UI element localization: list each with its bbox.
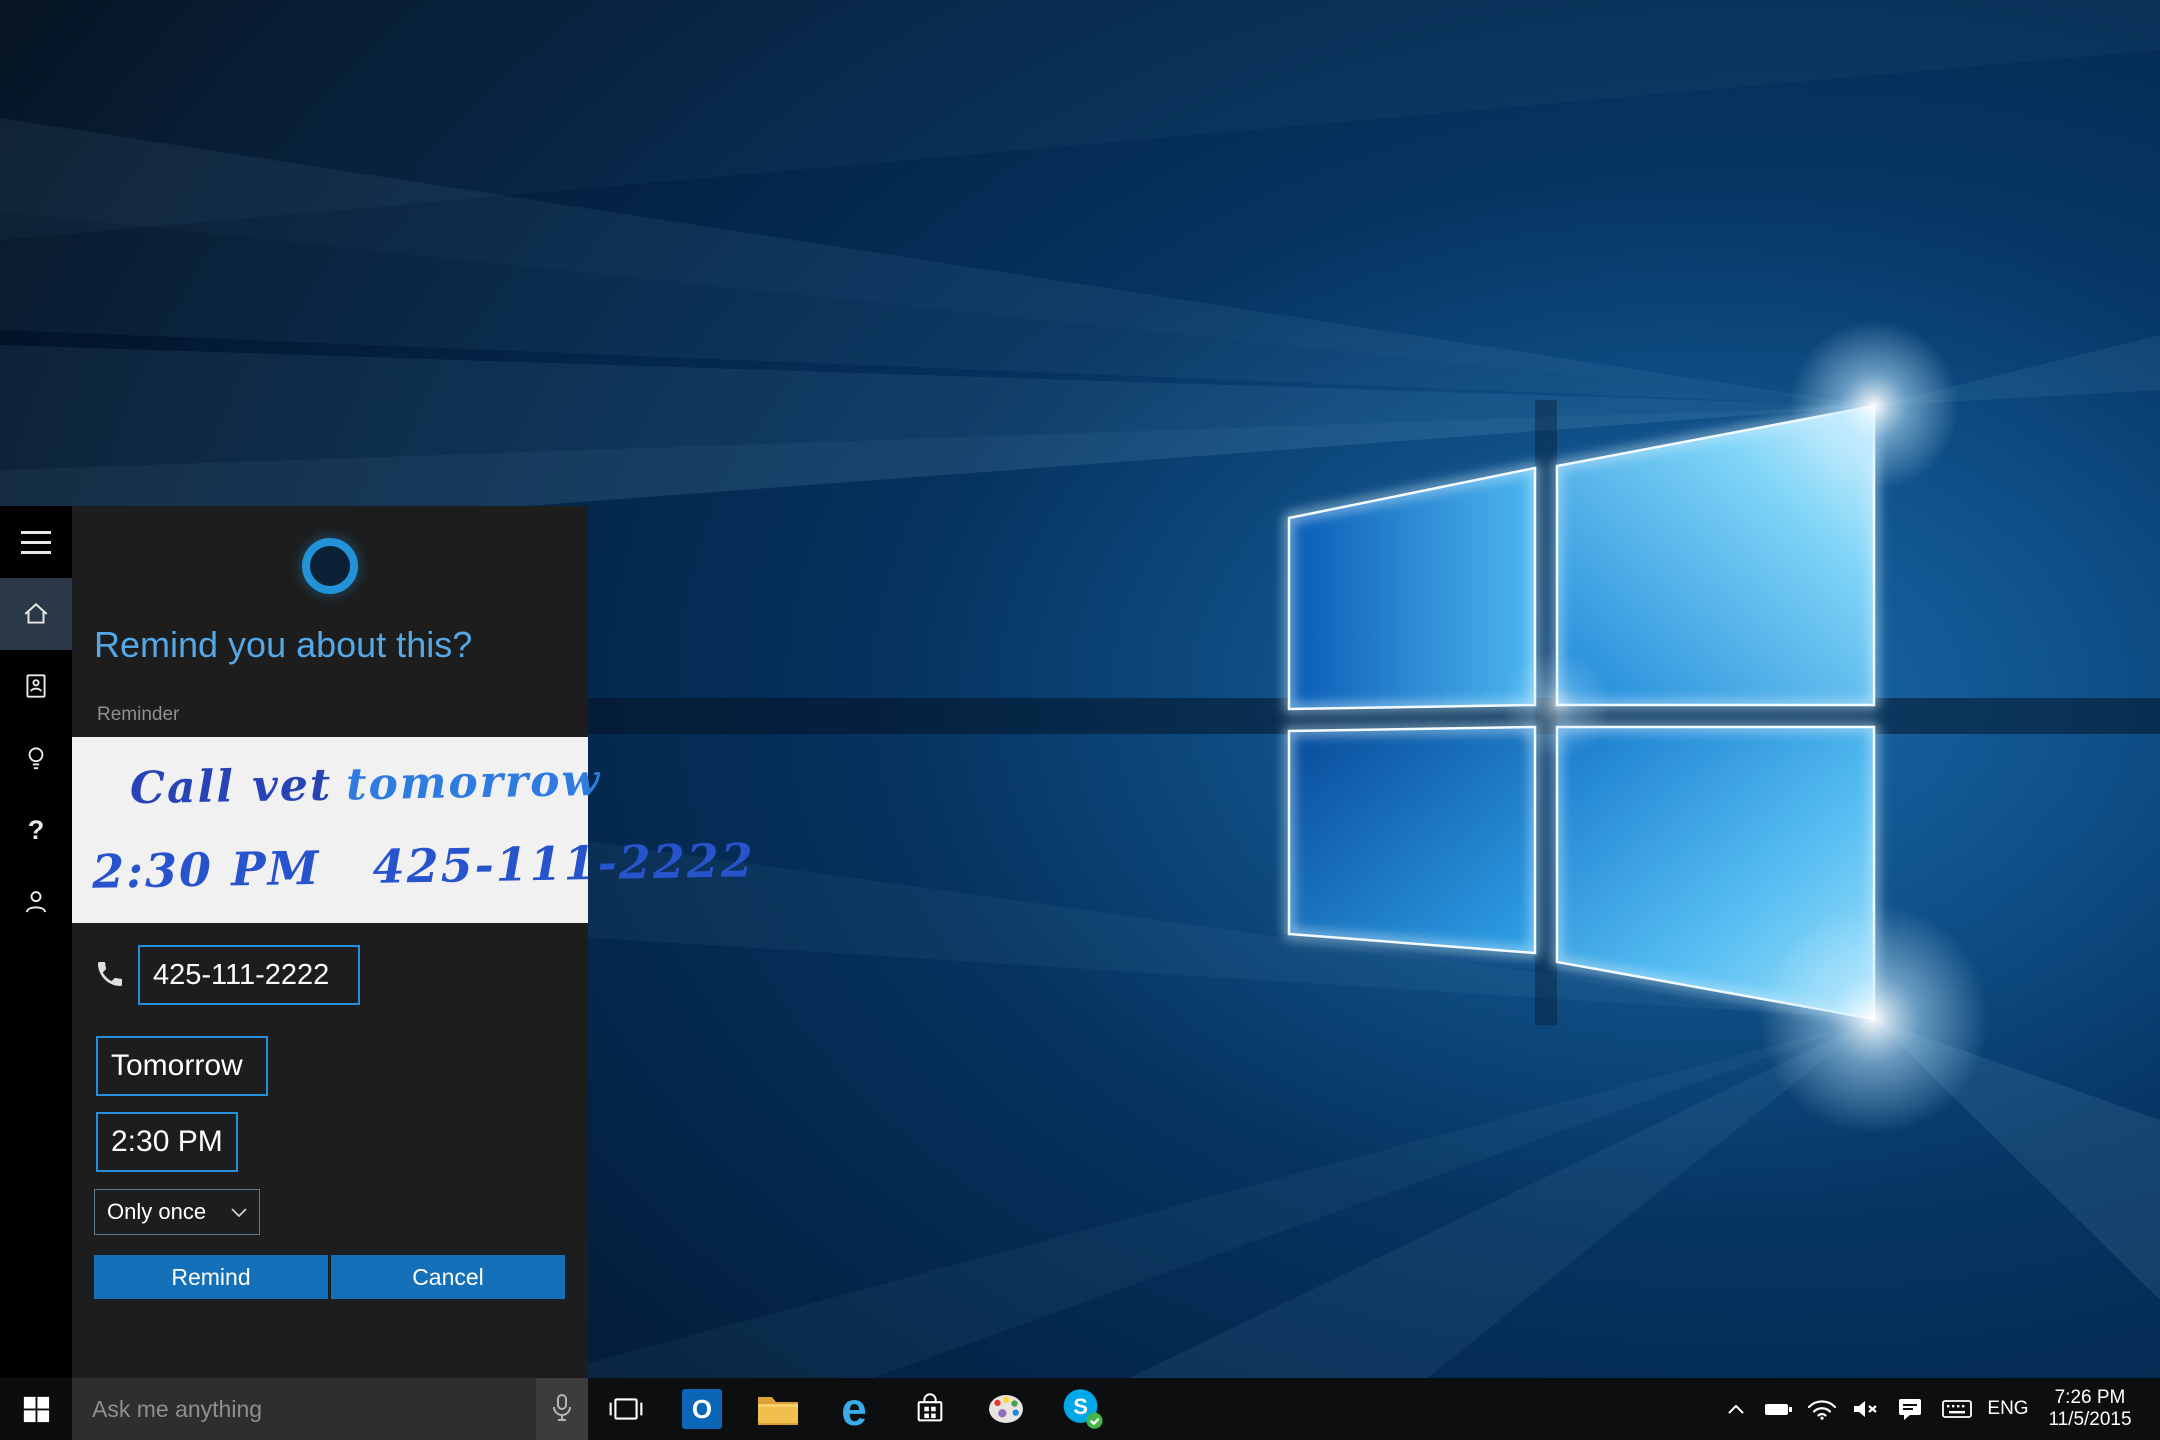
ink-line-1: Call vettomorrow <box>130 755 602 814</box>
taskbar-item-skype[interactable]: S <box>1044 1378 1120 1440</box>
taskbar-app-icons: O e <box>588 1378 1120 1440</box>
ink-text-call-vet: Call vet <box>130 760 333 815</box>
touch-keyboard-button[interactable] <box>1932 1378 1982 1440</box>
task-view-icon <box>608 1395 644 1423</box>
profile-icon <box>21 887 51 917</box>
taskbar-item-file-explorer[interactable] <box>740 1378 816 1440</box>
language-indicator[interactable]: ENG <box>1982 1378 2034 1440</box>
reminder-time-field[interactable]: 2:30 PM <box>96 1112 238 1172</box>
action-center-button[interactable] <box>1888 1378 1932 1440</box>
wifi-indicator[interactable] <box>1800 1378 1844 1440</box>
store-icon <box>913 1392 947 1426</box>
skype-status-check-icon <box>1086 1413 1102 1429</box>
chevron-down-icon <box>231 1208 247 1217</box>
recurrence-dropdown[interactable]: Only once <box>94 1189 260 1235</box>
reminder-section-label: Reminder <box>97 704 179 726</box>
phone-icon <box>94 958 126 990</box>
microphone-button[interactable] <box>536 1378 588 1440</box>
skype-icon: S <box>1060 1387 1104 1431</box>
desktop: ? Remind you about this? Reminder Call v… <box>0 0 2160 1440</box>
chevron-up-icon <box>1726 1402 1746 1416</box>
cortana-search-box <box>72 1378 588 1440</box>
cortana-sidebar: ? <box>0 506 72 1378</box>
start-button[interactable] <box>0 1378 72 1440</box>
battery-indicator[interactable] <box>1756 1378 1800 1440</box>
battery-icon <box>1764 1399 1792 1419</box>
ink-text-time: 2:30 PM <box>92 841 321 899</box>
keyboard-icon <box>1941 1398 1973 1420</box>
volume-control[interactable] <box>1844 1378 1888 1440</box>
feedback-icon: ? <box>28 815 45 846</box>
phone-number-field[interactable]: 425-111-2222 <box>138 945 360 1005</box>
system-tray: ENG 7:26 PM 11/5/2015 <box>1716 1378 2160 1440</box>
handwritten-ink-note[interactable]: Call vettomorrow 2:30 PM425-111-2222 <box>72 737 588 923</box>
ink-text-phone: 425-111-2222 <box>372 833 755 894</box>
reminders-icon <box>21 743 51 773</box>
hidden-icons-button[interactable] <box>1716 1378 1756 1440</box>
outlook-icon: O <box>682 1389 722 1429</box>
taskbar-item-edge[interactable]: e <box>816 1378 892 1440</box>
notebook-icon <box>21 671 51 701</box>
panel-title: Remind you about this? <box>94 624 472 666</box>
sidebar-item-home[interactable] <box>0 578 72 650</box>
taskbar-item-paint[interactable] <box>968 1378 1044 1440</box>
reminder-date-field[interactable]: Tomorrow <box>96 1036 268 1096</box>
svg-text:S: S <box>1073 1394 1088 1419</box>
cancel-button[interactable]: Cancel <box>331 1255 565 1299</box>
outlook-glyph: O <box>692 1394 712 1425</box>
recurrence-value: Only once <box>107 1199 206 1225</box>
clock-time: 7:26 PM <box>2034 1387 2146 1409</box>
sidebar-item-reminders[interactable] <box>0 722 72 794</box>
wifi-icon <box>1806 1397 1838 1421</box>
taskbar-item-store[interactable] <box>892 1378 968 1440</box>
ink-line-2: 2:30 PM 425-111-2222 <box>92 833 756 899</box>
hamburger-icon <box>21 531 51 554</box>
sidebar-item-notebook[interactable] <box>0 650 72 722</box>
ink-text-tomorrow: tomorrow <box>346 755 602 810</box>
action-center-icon <box>1896 1396 1924 1422</box>
sidebar-item-feedback[interactable]: ? <box>0 794 72 866</box>
clock-date: 11/5/2015 <box>2034 1409 2146 1431</box>
home-icon <box>21 599 51 629</box>
microphone-icon <box>550 1393 574 1425</box>
task-view-button[interactable] <box>588 1378 664 1440</box>
paint-palette-icon <box>985 1392 1027 1426</box>
clock[interactable]: 7:26 PM 11/5/2015 <box>2034 1387 2146 1431</box>
cortana-reminder-panel: Remind you about this? Reminder Call vet… <box>72 506 588 1378</box>
taskbar-item-outlook[interactable]: O <box>664 1378 740 1440</box>
cortana-logo-icon <box>302 538 358 594</box>
windows-start-icon <box>22 1395 50 1423</box>
remind-button[interactable]: Remind <box>94 1255 328 1299</box>
file-explorer-icon <box>756 1391 800 1427</box>
hamburger-menu-button[interactable] <box>0 506 72 578</box>
search-input[interactable] <box>72 1378 524 1440</box>
edge-icon: e <box>841 1386 867 1432</box>
volume-muted-icon <box>1851 1397 1881 1421</box>
sidebar-item-profile[interactable] <box>0 866 72 938</box>
